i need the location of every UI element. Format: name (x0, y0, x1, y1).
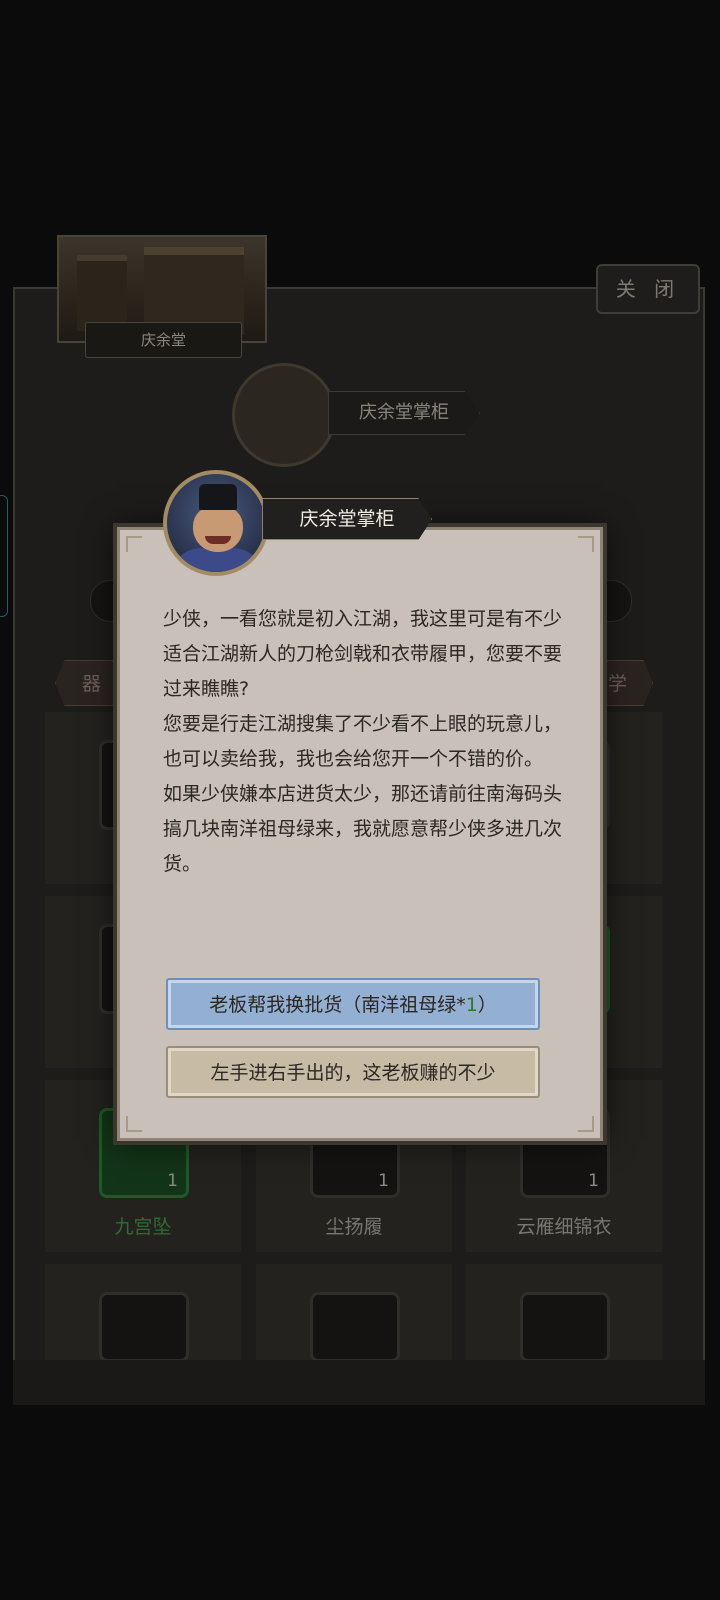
dismiss-dialog-button[interactable]: 左手进右手出的，这老板赚的不少 (166, 1046, 540, 1098)
avatar-face (193, 506, 243, 552)
shop-panel-footer (13, 1360, 705, 1405)
speaker-avatar (163, 470, 269, 576)
restock-label-prefix: 老板帮我换批货（南洋祖母绿* (209, 994, 466, 1016)
armor-icon (99, 1292, 189, 1362)
keeper-avatar (232, 363, 336, 467)
item-name: 尘扬履 (325, 1216, 383, 1238)
shop-location-label: 庆余堂 (85, 322, 242, 358)
dialog-paragraph: 少侠，一看您就是初入江湖，我这里可是有不少适合江湖新人的刀枪剑戟和衣带履甲，您要… (163, 608, 563, 700)
speaker-name: 庆余堂掌柜 (262, 498, 432, 540)
corner-ornament (126, 536, 142, 552)
item-count: 1 (167, 1171, 178, 1191)
item-count: 1 (378, 1171, 389, 1191)
corner-ornament (578, 536, 594, 552)
item-name: 云雁细锦衣 (516, 1216, 612, 1238)
bracelet-icon (520, 1292, 610, 1362)
dialog-paragraph: 您要是行走江湖搜集了不少看不上眼的玩意儿，也可以卖给我，我也会给您开一个不错的价… (163, 713, 563, 770)
corner-ornament (126, 1116, 142, 1132)
shop-item-cell[interactable] (45, 1264, 241, 1362)
dialog-paragraph: 如果少侠嫌本店进货太少，那还请前往南海码头搞几块南洋祖母绿来，我就愿意帮少侠多进… (163, 783, 563, 875)
item-name: 九宫坠 (114, 1216, 172, 1238)
dialog-text: 少侠，一看您就是初入江湖，我这里可是有不少适合江湖新人的刀枪剑戟和衣带履甲，您要… (163, 602, 563, 882)
shop-item-cell[interactable] (466, 1264, 662, 1362)
building-left (77, 255, 127, 331)
belt-icon (310, 1292, 400, 1362)
item-count: 1 (588, 1171, 599, 1191)
restock-button[interactable]: 老板帮我换批货（南洋祖母绿*1） (166, 978, 540, 1030)
restock-label-suffix: ） (477, 994, 497, 1016)
close-button[interactable]: 关 闭 (596, 264, 700, 314)
keeper-name-banner: 庆余堂掌柜 (328, 391, 480, 435)
avatar-mouth (205, 536, 231, 544)
corner-ornament (578, 1116, 594, 1132)
shop-item-cell[interactable] (256, 1264, 452, 1362)
restock-cost-count: 1 (465, 994, 478, 1016)
side-tab-edge (0, 495, 8, 617)
avatar-robe (171, 548, 263, 572)
avatar-hat (199, 484, 237, 510)
